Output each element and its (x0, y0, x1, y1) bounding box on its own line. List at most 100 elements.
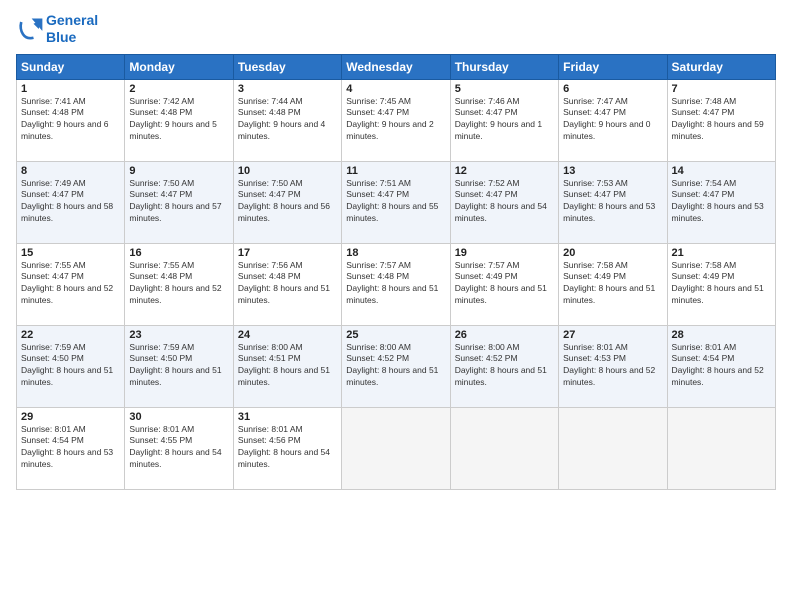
calendar-cell: 14Sunrise: 7:54 AMSunset: 4:47 PMDayligh… (667, 161, 775, 243)
day-info: Sunrise: 7:52 AMSunset: 4:47 PMDaylight:… (455, 178, 554, 226)
logo-icon (16, 15, 44, 43)
day-info: Sunrise: 7:49 AMSunset: 4:47 PMDaylight:… (21, 178, 120, 226)
dow-header-friday: Friday (559, 54, 667, 79)
day-number: 19 (455, 247, 554, 259)
day-info: Sunrise: 8:01 AMSunset: 4:53 PMDaylight:… (563, 342, 662, 390)
day-number: 5 (455, 83, 554, 95)
calendar-cell: 3Sunrise: 7:44 AMSunset: 4:48 PMDaylight… (233, 79, 341, 161)
day-info: Sunrise: 7:57 AMSunset: 4:48 PMDaylight:… (346, 260, 445, 308)
calendar-week-3: 15Sunrise: 7:55 AMSunset: 4:47 PMDayligh… (17, 243, 776, 325)
header: General Blue (16, 12, 776, 46)
calendar-cell (450, 407, 558, 489)
day-number: 7 (672, 83, 771, 95)
day-number: 27 (563, 329, 662, 341)
day-info: Sunrise: 7:46 AMSunset: 4:47 PMDaylight:… (455, 96, 554, 144)
calendar-cell: 5Sunrise: 7:46 AMSunset: 4:47 PMDaylight… (450, 79, 558, 161)
day-number: 1 (21, 83, 120, 95)
calendar-cell: 24Sunrise: 8:00 AMSunset: 4:51 PMDayligh… (233, 325, 341, 407)
day-info: Sunrise: 7:45 AMSunset: 4:47 PMDaylight:… (346, 96, 445, 144)
calendar-cell: 19Sunrise: 7:57 AMSunset: 4:49 PMDayligh… (450, 243, 558, 325)
day-number: 13 (563, 165, 662, 177)
calendar-cell: 17Sunrise: 7:56 AMSunset: 4:48 PMDayligh… (233, 243, 341, 325)
day-number: 15 (21, 247, 120, 259)
day-info: Sunrise: 7:41 AMSunset: 4:48 PMDaylight:… (21, 96, 120, 144)
calendar-cell: 26Sunrise: 8:00 AMSunset: 4:52 PMDayligh… (450, 325, 558, 407)
day-info: Sunrise: 8:01 AMSunset: 4:55 PMDaylight:… (129, 424, 228, 472)
day-number: 11 (346, 165, 445, 177)
calendar-table: SundayMondayTuesdayWednesdayThursdayFrid… (16, 54, 776, 490)
calendar-cell: 28Sunrise: 8:01 AMSunset: 4:54 PMDayligh… (667, 325, 775, 407)
days-of-week-row: SundayMondayTuesdayWednesdayThursdayFrid… (17, 54, 776, 79)
day-info: Sunrise: 7:47 AMSunset: 4:47 PMDaylight:… (563, 96, 662, 144)
dow-header-monday: Monday (125, 54, 233, 79)
day-info: Sunrise: 7:57 AMSunset: 4:49 PMDaylight:… (455, 260, 554, 308)
day-info: Sunrise: 7:53 AMSunset: 4:47 PMDaylight:… (563, 178, 662, 226)
day-info: Sunrise: 7:56 AMSunset: 4:48 PMDaylight:… (238, 260, 337, 308)
logo-text: General Blue (46, 12, 98, 46)
day-number: 23 (129, 329, 228, 341)
day-number: 3 (238, 83, 337, 95)
day-number: 21 (672, 247, 771, 259)
calendar-week-2: 8Sunrise: 7:49 AMSunset: 4:47 PMDaylight… (17, 161, 776, 243)
day-info: Sunrise: 8:01 AMSunset: 4:54 PMDaylight:… (672, 342, 771, 390)
day-number: 30 (129, 411, 228, 423)
day-info: Sunrise: 7:55 AMSunset: 4:47 PMDaylight:… (21, 260, 120, 308)
calendar-cell: 7Sunrise: 7:48 AMSunset: 4:47 PMDaylight… (667, 79, 775, 161)
calendar-cell: 18Sunrise: 7:57 AMSunset: 4:48 PMDayligh… (342, 243, 450, 325)
day-info: Sunrise: 8:00 AMSunset: 4:51 PMDaylight:… (238, 342, 337, 390)
day-info: Sunrise: 7:54 AMSunset: 4:47 PMDaylight:… (672, 178, 771, 226)
calendar-cell: 30Sunrise: 8:01 AMSunset: 4:55 PMDayligh… (125, 407, 233, 489)
day-number: 10 (238, 165, 337, 177)
calendar-cell: 21Sunrise: 7:58 AMSunset: 4:49 PMDayligh… (667, 243, 775, 325)
dow-header-thursday: Thursday (450, 54, 558, 79)
day-number: 25 (346, 329, 445, 341)
day-number: 20 (563, 247, 662, 259)
day-number: 8 (21, 165, 120, 177)
calendar-cell: 8Sunrise: 7:49 AMSunset: 4:47 PMDaylight… (17, 161, 125, 243)
day-info: Sunrise: 8:00 AMSunset: 4:52 PMDaylight:… (346, 342, 445, 390)
day-number: 22 (21, 329, 120, 341)
calendar-cell: 31Sunrise: 8:01 AMSunset: 4:56 PMDayligh… (233, 407, 341, 489)
calendar-cell: 12Sunrise: 7:52 AMSunset: 4:47 PMDayligh… (450, 161, 558, 243)
calendar-cell: 15Sunrise: 7:55 AMSunset: 4:47 PMDayligh… (17, 243, 125, 325)
day-info: Sunrise: 7:44 AMSunset: 4:48 PMDaylight:… (238, 96, 337, 144)
day-number: 14 (672, 165, 771, 177)
day-info: Sunrise: 7:48 AMSunset: 4:47 PMDaylight:… (672, 96, 771, 144)
calendar-cell: 11Sunrise: 7:51 AMSunset: 4:47 PMDayligh… (342, 161, 450, 243)
calendar-cell: 22Sunrise: 7:59 AMSunset: 4:50 PMDayligh… (17, 325, 125, 407)
calendar-cell: 6Sunrise: 7:47 AMSunset: 4:47 PMDaylight… (559, 79, 667, 161)
calendar-cell (559, 407, 667, 489)
day-number: 17 (238, 247, 337, 259)
calendar-cell (667, 407, 775, 489)
day-info: Sunrise: 7:58 AMSunset: 4:49 PMDaylight:… (672, 260, 771, 308)
dow-header-saturday: Saturday (667, 54, 775, 79)
day-number: 18 (346, 247, 445, 259)
day-info: Sunrise: 7:55 AMSunset: 4:48 PMDaylight:… (129, 260, 228, 308)
day-number: 9 (129, 165, 228, 177)
dow-header-tuesday: Tuesday (233, 54, 341, 79)
day-info: Sunrise: 7:50 AMSunset: 4:47 PMDaylight:… (238, 178, 337, 226)
calendar-cell: 25Sunrise: 8:00 AMSunset: 4:52 PMDayligh… (342, 325, 450, 407)
calendar-cell (342, 407, 450, 489)
day-number: 6 (563, 83, 662, 95)
calendar-cell: 10Sunrise: 7:50 AMSunset: 4:47 PMDayligh… (233, 161, 341, 243)
calendar-cell: 2Sunrise: 7:42 AMSunset: 4:48 PMDaylight… (125, 79, 233, 161)
day-number: 16 (129, 247, 228, 259)
day-info: Sunrise: 7:58 AMSunset: 4:49 PMDaylight:… (563, 260, 662, 308)
dow-header-sunday: Sunday (17, 54, 125, 79)
logo: General Blue (16, 12, 98, 46)
calendar-cell: 13Sunrise: 7:53 AMSunset: 4:47 PMDayligh… (559, 161, 667, 243)
day-number: 2 (129, 83, 228, 95)
day-info: Sunrise: 7:51 AMSunset: 4:47 PMDaylight:… (346, 178, 445, 226)
day-number: 29 (21, 411, 120, 423)
day-number: 26 (455, 329, 554, 341)
day-info: Sunrise: 8:01 AMSunset: 4:56 PMDaylight:… (238, 424, 337, 472)
calendar-cell: 29Sunrise: 8:01 AMSunset: 4:54 PMDayligh… (17, 407, 125, 489)
day-info: Sunrise: 7:59 AMSunset: 4:50 PMDaylight:… (129, 342, 228, 390)
calendar-cell: 20Sunrise: 7:58 AMSunset: 4:49 PMDayligh… (559, 243, 667, 325)
day-info: Sunrise: 8:00 AMSunset: 4:52 PMDaylight:… (455, 342, 554, 390)
calendar-week-5: 29Sunrise: 8:01 AMSunset: 4:54 PMDayligh… (17, 407, 776, 489)
calendar-week-1: 1Sunrise: 7:41 AMSunset: 4:48 PMDaylight… (17, 79, 776, 161)
day-number: 24 (238, 329, 337, 341)
dow-header-wednesday: Wednesday (342, 54, 450, 79)
